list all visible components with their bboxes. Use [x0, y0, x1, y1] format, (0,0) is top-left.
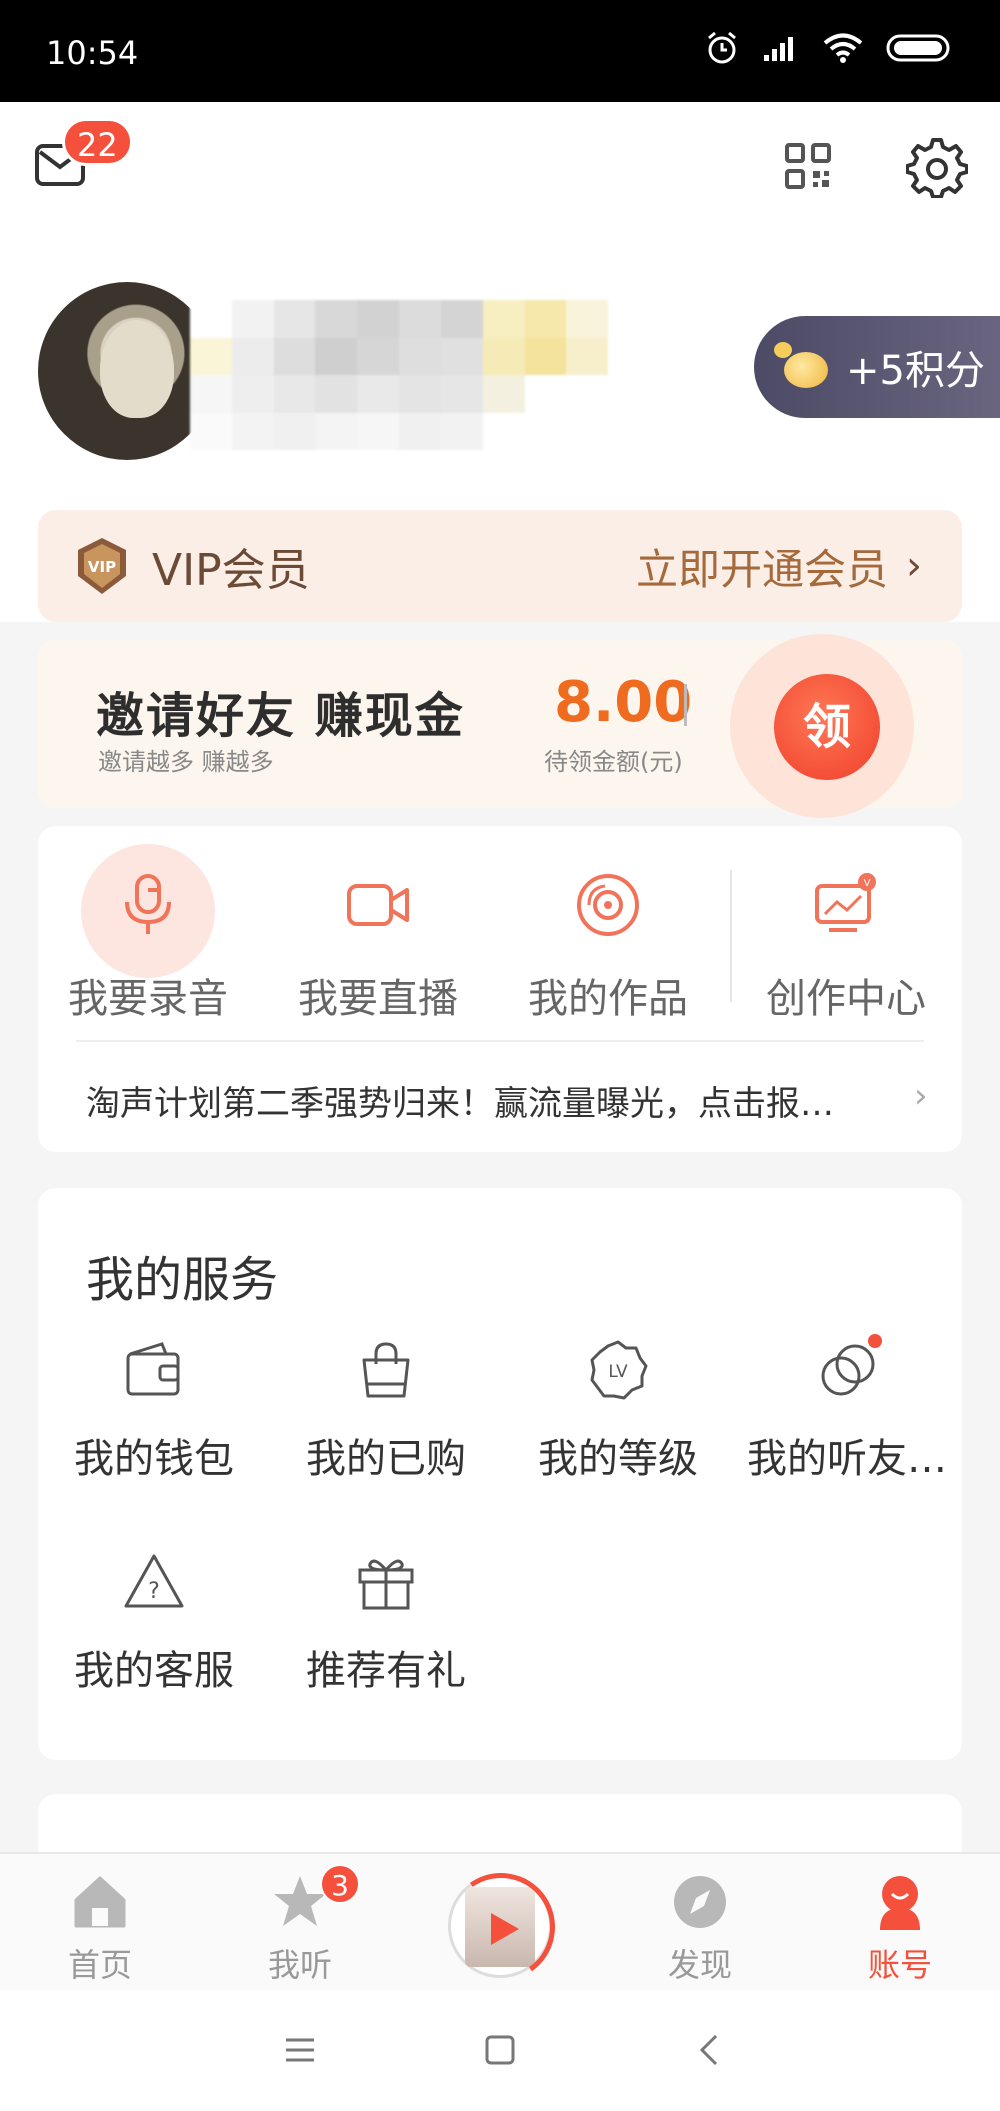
amount-divider — [684, 684, 687, 726]
wifi-icon — [823, 33, 863, 63]
record-audio-label: 我要录音 — [68, 976, 228, 1022]
status-bar: 10:54 — [0, 0, 1000, 102]
invite-friends-card[interactable]: 邀请好友 赚现金 邀请越多 赚越多 8.00 待领金额(元) 领 — [38, 634, 962, 818]
wallet-icon — [126, 1342, 180, 1396]
service-purchased[interactable]: 我的已购 — [270, 1338, 502, 1488]
account-icon — [880, 1876, 920, 1930]
service-wallet[interactable]: 我的钱包 — [38, 1338, 270, 1488]
home-square-icon[interactable] — [470, 2020, 530, 2080]
next-section-card — [38, 1794, 962, 1854]
level-badge-icon: LV — [590, 1340, 648, 1400]
chevron-right-icon: › — [914, 1076, 928, 1116]
go-live-button[interactable]: 我要直播 — [268, 826, 488, 1022]
tab-account[interactable]: 账号 — [800, 1864, 1000, 1984]
service-customer-support-label: 我的客服 — [74, 1648, 234, 1694]
service-customer-support[interactable]: ? 我的客服 — [38, 1550, 270, 1700]
chevron-right-icon: › — [906, 543, 922, 589]
go-live-label: 我要直播 — [298, 976, 458, 1022]
services-title: 我的服务 — [86, 1252, 279, 1308]
vip-activate-link[interactable]: 立即开通会员 — [636, 536, 888, 597]
status-icons — [704, 30, 954, 66]
my-services-card: 我的服务 我的钱包 我的已购 LV 我的等级 我的听友… ? 我的客服 推荐有礼 — [38, 1188, 962, 1760]
signal-icon — [764, 37, 793, 61]
service-referral-gift[interactable]: 推荐有礼 — [270, 1550, 502, 1700]
pending-amount: 8.00 — [554, 670, 693, 735]
compass-icon — [674, 1876, 726, 1928]
now-playing-button[interactable] — [438, 1864, 564, 1990]
back-icon[interactable] — [680, 2020, 740, 2080]
promo-banner-text[interactable]: 淘声计划第二季强势归来！赢流量曝光，点击报… — [86, 1076, 906, 1125]
creator-center-button[interactable]: V 创作中心 — [730, 826, 962, 1022]
my-works-label: 我的作品 — [528, 976, 688, 1022]
invite-title: 邀请好友 赚现金 — [96, 688, 465, 744]
help-triangle-icon: ? — [124, 1554, 184, 1608]
qr-code-icon[interactable] — [784, 142, 832, 190]
battery-icon — [886, 34, 950, 62]
service-purchased-label: 我的已购 — [306, 1436, 466, 1482]
tab-account-label: 账号 — [867, 1946, 932, 1984]
service-listener-friends-label: 我的听友… — [747, 1436, 947, 1482]
points-reward-button[interactable]: +5积分 — [754, 316, 1000, 418]
tab-home-label: 首页 — [67, 1946, 132, 1984]
tab-discover-label: 发现 — [667, 1946, 732, 1984]
creation-separator — [76, 1040, 924, 1042]
my-works-button[interactable]: 我的作品 — [498, 826, 718, 1022]
vip-title: VIP会员 — [152, 545, 310, 596]
shopping-bag-icon — [362, 1342, 410, 1398]
tab-discover[interactable]: 发现 — [600, 1864, 800, 1984]
claim-button[interactable]: 领 — [774, 674, 880, 780]
settings-gear-icon[interactable] — [906, 136, 968, 198]
vip-badge-icon: VIP — [78, 538, 126, 594]
svg-text:?: ? — [148, 1579, 160, 1604]
service-listener-friends[interactable]: 我的听友… — [734, 1334, 960, 1488]
service-level-label: 我的等级 — [538, 1436, 698, 1482]
system-navigation-bar — [0, 1990, 1000, 2111]
service-wallet-label: 我的钱包 — [74, 1436, 234, 1482]
tab-listening[interactable]: 3 我听 — [200, 1864, 400, 1984]
coin-icon — [774, 342, 832, 392]
service-level[interactable]: LV 我的等级 — [502, 1338, 734, 1488]
record-audio-button[interactable]: 我要录音 — [38, 826, 258, 1022]
tab-listening-label: 我听 — [267, 1946, 332, 1984]
svg-text:LV: LV — [608, 1362, 628, 1382]
microphone-icon — [125, 874, 171, 934]
vip-membership-bar[interactable]: VIP VIP会员 立即开通会员 › — [38, 510, 962, 622]
video-camera-icon — [347, 884, 409, 926]
pending-amount-label: 待领金额(元) — [544, 748, 683, 776]
alarm-icon — [708, 31, 736, 64]
menu-icon[interactable] — [270, 2020, 330, 2080]
mail-count-badge: 22 — [62, 118, 133, 166]
svg-text:V: V — [864, 878, 871, 889]
notification-dot — [868, 1334, 882, 1348]
play-icon — [491, 1913, 519, 1945]
creation-card: 我要录音 我要直播 我的作品 V 创作中心 淘声计划第二季强势归来！赢流量曝光，… — [38, 826, 962, 1152]
home-icon — [74, 1876, 126, 1928]
service-referral-gift-label: 推荐有礼 — [306, 1648, 466, 1694]
svg-text:VIP: VIP — [88, 558, 116, 576]
status-time: 10:54 — [46, 34, 139, 72]
creator-center-label: 创作中心 — [766, 976, 926, 1022]
creator-monitor-icon: V — [815, 873, 876, 932]
gift-icon — [358, 1559, 414, 1610]
listening-count-badge: 3 — [320, 1864, 360, 1904]
blurred-username — [190, 300, 650, 450]
invite-subtitle: 邀请越多 赚越多 — [98, 748, 274, 776]
disc-icon — [577, 874, 639, 936]
points-label: +5积分 — [846, 348, 985, 394]
tab-home[interactable]: 首页 — [0, 1864, 200, 1984]
friends-circles-icon — [821, 1344, 875, 1396]
